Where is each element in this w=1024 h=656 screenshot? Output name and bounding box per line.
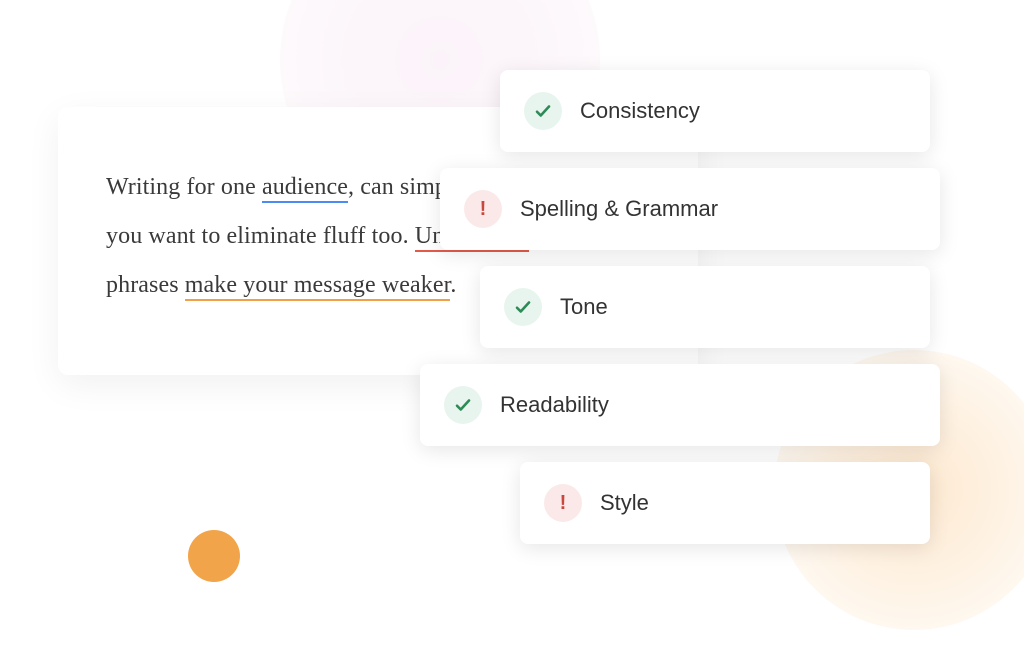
check-card-readability[interactable]: Readability	[420, 364, 940, 446]
check-card-spelling-grammar[interactable]: ! Spelling & Grammar	[440, 168, 940, 250]
text-segment: .	[450, 272, 456, 298]
check-card-style[interactable]: ! Style	[520, 462, 930, 544]
check-label: Consistency	[580, 98, 700, 124]
check-label: Spelling & Grammar	[520, 196, 718, 222]
checkmark-icon	[524, 92, 562, 130]
exclamation-icon: !	[464, 190, 502, 228]
exclamation-icon: !	[544, 484, 582, 522]
orange-underlined-text: make your message weaker	[185, 272, 451, 301]
checkmark-icon	[504, 288, 542, 326]
checkmark-icon	[444, 386, 482, 424]
decorative-dot	[188, 530, 240, 582]
check-label: Tone	[560, 294, 608, 320]
check-card-tone[interactable]: Tone	[480, 266, 930, 348]
check-label: Style	[600, 490, 649, 516]
check-label: Readability	[500, 392, 609, 418]
check-card-consistency[interactable]: Consistency	[500, 70, 930, 152]
blue-underlined-text: audience	[262, 174, 348, 203]
text-segment: Writing for one	[106, 174, 262, 200]
